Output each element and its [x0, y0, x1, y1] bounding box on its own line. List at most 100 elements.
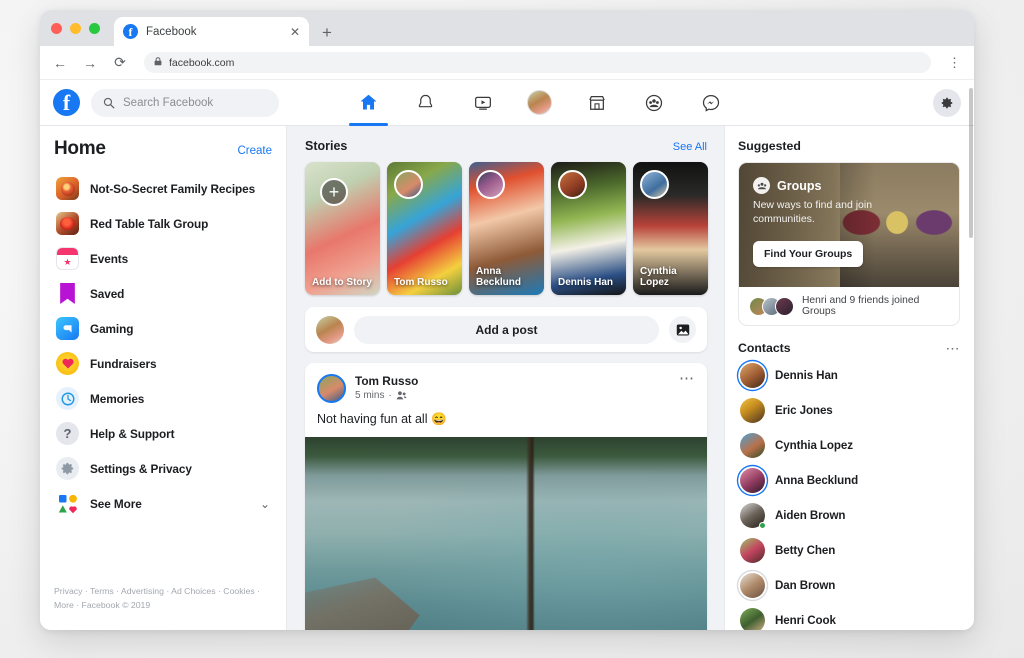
story-card-add[interactable]: + Add to Story: [305, 162, 380, 295]
contact-list-item[interactable]: Cynthia Lopez: [738, 428, 960, 463]
contact-list-item[interactable]: Dennis Han: [738, 358, 960, 393]
suggested-card-image: Groups New ways to find and join communi…: [739, 163, 959, 287]
contact-list-item[interactable]: Betty Chen: [738, 533, 960, 568]
post-composer: Add a post: [305, 307, 707, 352]
post-image[interactable]: [305, 437, 707, 630]
friends-icon: [396, 390, 407, 401]
post-more-options-icon[interactable]: ⋯: [679, 374, 695, 385]
story-card[interactable]: Tom Russo: [387, 162, 462, 295]
browser-menu-icon[interactable]: ⋮: [945, 56, 964, 69]
gear-icon: [940, 96, 954, 110]
facebook-main-nav: [340, 80, 739, 126]
contact-name: Henri Cook: [775, 614, 836, 627]
suggested-card-heading: Groups: [777, 179, 821, 193]
store-icon: [587, 93, 607, 113]
suggested-card-overlay: Groups New ways to find and join communi…: [739, 163, 875, 287]
sidebar-item-see-more[interactable]: See More ⌄: [54, 486, 272, 521]
add-photo-button[interactable]: [669, 316, 696, 343]
story-card[interactable]: Anna Becklund: [469, 162, 544, 295]
suggested-card-heading-row: Groups: [753, 177, 875, 194]
new-tab-icon[interactable]: +: [322, 24, 332, 41]
nav-profile[interactable]: [511, 80, 568, 126]
sidebar-item-help-support[interactable]: ? Help & Support: [54, 416, 272, 451]
add-story-plus-icon[interactable]: +: [320, 178, 348, 206]
story-label: Cynthia Lopez: [640, 266, 703, 289]
events-icon: ★: [56, 247, 79, 270]
right-sidebar: Suggested Groups New ways to find and jo: [724, 126, 974, 630]
nav-marketplace[interactable]: [568, 80, 625, 126]
minimize-window-button[interactable]: [70, 23, 81, 34]
contacts-options-icon[interactable]: ⋯: [946, 344, 961, 352]
footer-links-line-1[interactable]: Privacy · Terms · Advertising · Ad Choic…: [54, 585, 274, 598]
create-link[interactable]: Create: [237, 145, 272, 157]
sidebar-item-memories[interactable]: Memories: [54, 381, 272, 416]
facebook-logo-icon[interactable]: f: [53, 89, 80, 116]
story-avatar: [640, 170, 669, 199]
contact-name: Anna Becklund: [775, 474, 858, 487]
stories-see-all-link[interactable]: See All: [673, 141, 707, 153]
messenger-icon: [701, 93, 721, 113]
nav-notifications[interactable]: [397, 80, 454, 126]
browser-tab[interactable]: f Facebook ✕: [114, 17, 309, 46]
sidebar-item-label: Memories: [90, 392, 144, 406]
address-bar[interactable]: facebook.com: [144, 52, 931, 73]
browser-tab-title: Facebook: [146, 26, 282, 38]
clock-icon: [56, 387, 79, 410]
suggested-groups-card[interactable]: Groups New ways to find and join communi…: [738, 162, 960, 326]
sidebar-item-fundraisers[interactable]: Fundraisers: [54, 346, 272, 381]
nav-watch[interactable]: [454, 80, 511, 126]
sidebar-item-recipes[interactable]: Not-So-Secret Family Recipes: [54, 171, 272, 206]
sidebar-item-label: Help & Support: [90, 427, 174, 441]
stories-row: + Add to Story Tom Russo Anna Becklund D…: [305, 162, 724, 295]
facebook-topbar: f Search Facebook: [40, 80, 974, 126]
sidebar-item-saved[interactable]: Saved: [54, 276, 272, 311]
close-window-button[interactable]: [51, 23, 62, 34]
sidebar-item-events[interactable]: ★ Events: [54, 241, 272, 276]
avatar: [775, 297, 794, 316]
contact-list-item[interactable]: Aiden Brown: [738, 498, 960, 533]
add-post-input[interactable]: Add a post: [354, 316, 659, 344]
sidebar-item-gaming[interactable]: Gaming: [54, 311, 272, 346]
nav-messenger[interactable]: [682, 80, 739, 126]
post-author[interactable]: Tom Russo: [355, 374, 670, 389]
question-icon: ?: [56, 422, 79, 445]
chevron-down-icon[interactable]: ⌄: [260, 497, 270, 511]
contact-list-item[interactable]: Anna Becklund: [738, 463, 960, 498]
footer-links-line-2[interactable]: More · Facebook © 2019: [54, 599, 274, 612]
suggested-card-body: New ways to find and join communities.: [753, 199, 875, 227]
back-icon[interactable]: ←: [50, 53, 70, 73]
story-card[interactable]: Dennis Han: [551, 162, 626, 295]
feed-post: Tom Russo 5 mins · ⋯ Not having fun at a…: [305, 363, 707, 630]
page-scrollbar[interactable]: [968, 80, 974, 630]
post-meta: Tom Russo 5 mins ·: [355, 374, 670, 401]
sidebar-item-settings-privacy[interactable]: Settings & Privacy: [54, 451, 272, 486]
settings-button[interactable]: [933, 89, 961, 117]
contact-name: Cynthia Lopez: [775, 439, 853, 452]
contact-name: Eric Jones: [775, 404, 833, 417]
nav-home[interactable]: [340, 80, 397, 126]
forward-icon[interactable]: →: [80, 53, 100, 73]
post-timestamp: 5 mins: [355, 390, 384, 401]
avatar: [740, 468, 765, 493]
story-label: Dennis Han: [558, 277, 621, 289]
sidebar-item-label: Settings & Privacy: [90, 462, 192, 476]
video-icon: [473, 93, 493, 113]
nav-groups[interactable]: [625, 80, 682, 126]
contact-list-item[interactable]: Dan Brown: [738, 568, 960, 603]
contact-list-item[interactable]: Henri Cook: [738, 603, 960, 630]
close-tab-icon[interactable]: ✕: [290, 26, 300, 38]
sidebar-item-red-table-talk[interactable]: Red Table Talk Group: [54, 206, 272, 241]
avatar: [316, 316, 344, 344]
find-your-groups-button[interactable]: Find Your Groups: [753, 241, 863, 267]
reload-icon[interactable]: ⟳: [110, 53, 130, 73]
search-input[interactable]: Search Facebook: [91, 89, 279, 117]
page-title: Home: [54, 138, 106, 160]
scrollbar-thumb[interactable]: [969, 88, 973, 238]
avatar[interactable]: [317, 374, 346, 403]
story-card[interactable]: Cynthia Lopez: [633, 162, 708, 295]
contact-name: Betty Chen: [775, 544, 835, 557]
sidebar-item-label: Saved: [90, 287, 124, 301]
contact-list-item[interactable]: Eric Jones: [738, 393, 960, 428]
gaming-icon: [56, 317, 79, 340]
maximize-window-button[interactable]: [89, 23, 100, 34]
